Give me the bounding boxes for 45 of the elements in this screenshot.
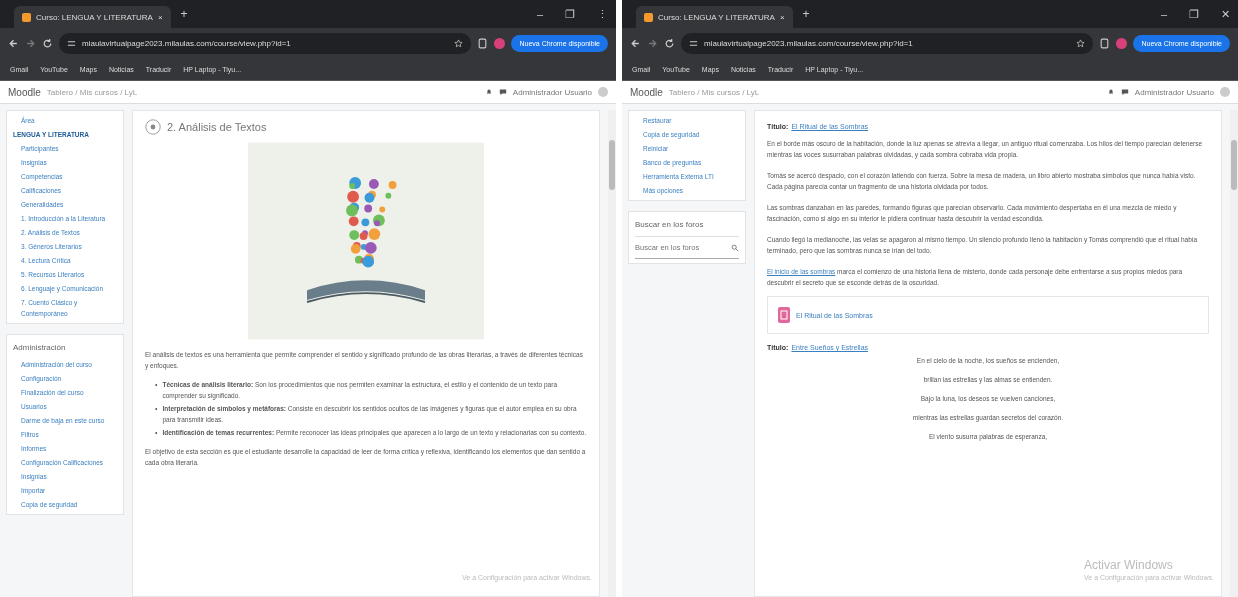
breadcrumb: Tablero / Mis cursos / LyL (668, 87, 760, 97)
window-control-button[interactable]: ❐ (1181, 7, 1207, 21)
window-control-button[interactable]: – (528, 8, 551, 20)
site-settings-icon (67, 38, 76, 48)
forward-arrow-icon[interactable] (25, 37, 36, 49)
search-icon[interactable] (731, 243, 739, 252)
new-tab-button[interactable]: + (798, 7, 814, 21)
reload-icon[interactable] (42, 37, 53, 49)
site-logo[interactable]: Moodle (8, 86, 41, 98)
document-icon (778, 307, 790, 323)
breadcrumb: Tablero / Mis cursos / LyL (46, 87, 138, 97)
window-control-button[interactable]: ✕ (1213, 7, 1238, 21)
bell-icon[interactable] (1106, 88, 1115, 96)
address-bar[interactable]: miaulavirtualpage2023.milaulas.com/course/view.php?id=1 (681, 32, 1094, 54)
moodle-favicon-icon (22, 12, 31, 22)
site-settings-icon (689, 38, 698, 48)
scrollbar[interactable] (608, 110, 616, 597)
new-tab-button[interactable]: + (176, 7, 192, 21)
scrollbar[interactable] (1230, 110, 1238, 597)
star-icon[interactable] (1076, 38, 1086, 48)
site-logo[interactable]: Moodle (630, 86, 663, 98)
window-control-button[interactable]: – (1152, 8, 1175, 20)
bell-icon[interactable] (484, 88, 493, 96)
star-icon[interactable] (454, 38, 464, 48)
section-title: 2. Análisis de Textos (167, 121, 267, 133)
forward-arrow-icon[interactable] (647, 37, 658, 49)
profile-avatar-icon[interactable] (494, 37, 506, 49)
profile-avatar-icon[interactable] (1116, 37, 1128, 49)
browser-tab[interactable]: Curso: LENGUA Y LITERATURA × (636, 6, 793, 28)
activation-notice: Activar Windows (1084, 558, 1174, 572)
user-menu[interactable]: Administrador Usuario (1134, 87, 1214, 97)
window-control-button[interactable]: ⋮ (589, 7, 616, 21)
back-arrow-icon[interactable] (8, 37, 19, 49)
user-menu[interactable]: Administrador Usuario (512, 87, 592, 97)
moodle-favicon-icon (644, 12, 653, 22)
block-title: Buscar en los foros (635, 219, 705, 231)
chat-icon[interactable] (1120, 88, 1129, 96)
back-arrow-icon[interactable] (630, 37, 641, 49)
section-icon (145, 119, 161, 135)
browser-tab[interactable]: Curso: LENGUA Y LITERATURA × (14, 6, 171, 28)
address-bar[interactable]: miaulavirtualpage2023.milaulas.com/course/view.php?id=1 (59, 32, 472, 54)
block-title: Administración (13, 342, 67, 354)
window-control-button[interactable]: ❐ (557, 7, 583, 21)
reload-icon[interactable] (664, 37, 675, 49)
chat-icon[interactable] (498, 88, 507, 96)
